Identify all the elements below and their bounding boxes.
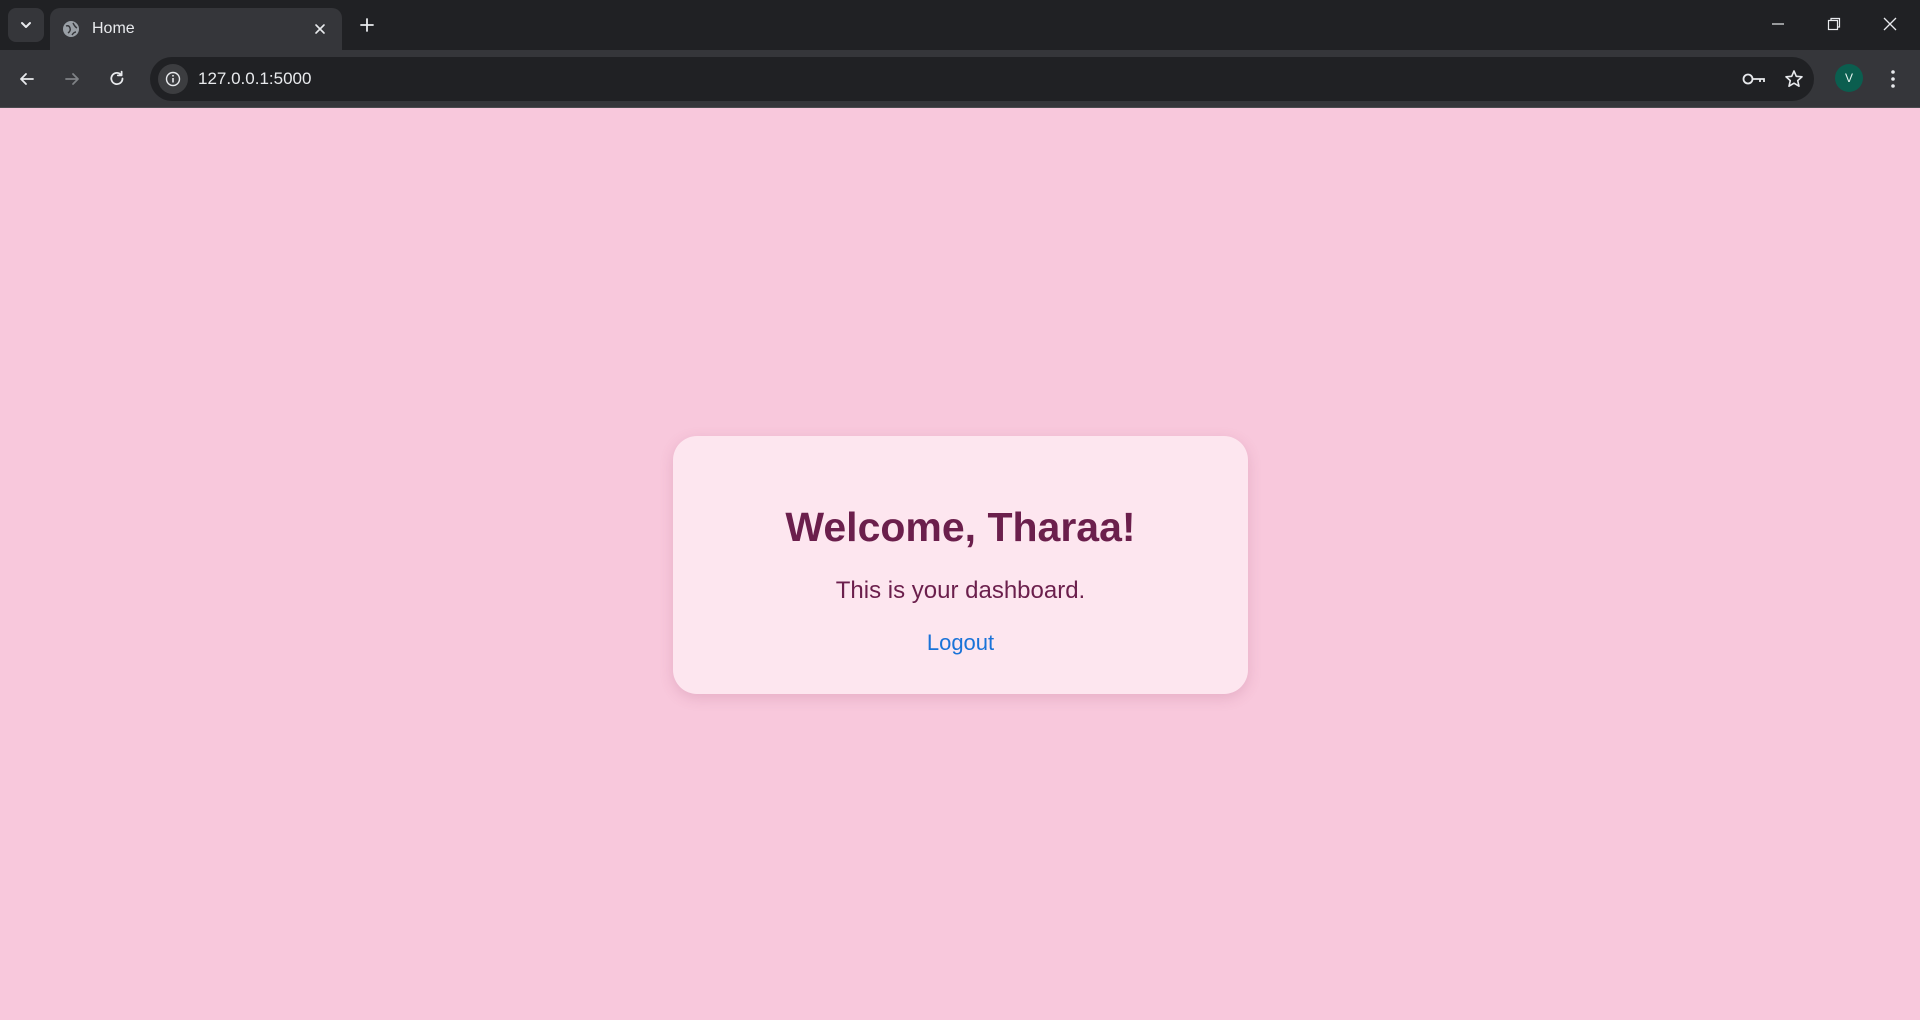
page-viewport: Welcome, Tharaa! This is your dashboard.… [0,109,1920,1020]
minimize-icon [1772,23,1784,25]
kebab-menu-icon [1891,70,1895,88]
browser-toolbar: 127.0.0.1:5000 V [0,50,1920,108]
browser-tab-bar: Home [0,0,1920,50]
arrow-right-icon [65,73,79,85]
key-icon [1742,73,1765,85]
page-title: Welcome, Tharaa! [785,504,1136,550]
profile-avatar[interactable]: V [1835,64,1863,92]
star-icon [1785,70,1803,87]
chevron-down-icon [21,22,31,28]
new-tab-button[interactable] [352,10,382,40]
close-icon [315,24,325,34]
browser-menu-button[interactable] [1876,62,1910,96]
bookmark-button[interactable] [1774,59,1814,99]
browser-tab[interactable]: Home [50,8,342,50]
plus-icon [360,18,374,32]
globe-icon [62,20,80,38]
address-bar[interactable]: 127.0.0.1:5000 [150,57,1814,101]
arrow-left-icon [20,73,34,85]
reload-button[interactable] [100,62,134,96]
close-icon [1883,17,1897,31]
reload-icon [110,70,124,85]
tab-search-button[interactable] [8,8,44,42]
restore-button[interactable] [1806,0,1862,48]
minimize-button[interactable] [1750,0,1806,48]
restore-icon [1827,17,1841,31]
password-manager-button[interactable] [1734,59,1774,99]
site-info-button[interactable] [158,64,188,94]
info-icon [165,71,181,87]
dashboard-subtitle: This is your dashboard. [835,577,1086,604]
dashboard-card: Welcome, Tharaa! This is your dashboard.… [673,436,1248,694]
logout-link[interactable]: Logout [927,630,994,656]
close-tab-button[interactable] [308,17,332,41]
back-button[interactable] [10,62,44,96]
close-window-button[interactable] [1862,0,1918,48]
url-text[interactable]: 127.0.0.1:5000 [198,69,1734,89]
tab-title: Home [92,20,135,37]
forward-button[interactable] [55,62,89,96]
